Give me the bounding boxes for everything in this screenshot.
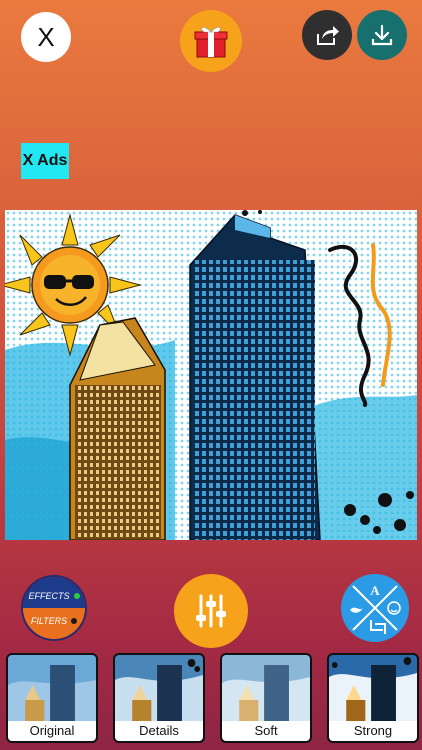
effects-filters-toggle[interactable]: EFFECTS FILTERS xyxy=(21,575,87,641)
tools-icon: A xyxy=(350,583,401,634)
tools-button[interactable]: A xyxy=(341,574,409,642)
thumb-image xyxy=(222,655,310,725)
download-button[interactable] xyxy=(357,10,407,60)
filters-indicator-dot xyxy=(71,617,78,624)
close-label: X xyxy=(37,22,55,52)
thumb-image xyxy=(329,655,417,725)
thumb-label: Original xyxy=(8,721,96,741)
gift-icon xyxy=(194,27,228,58)
effects-label: EFFECTS xyxy=(28,590,70,601)
filter-thumb-soft[interactable]: Soft xyxy=(220,653,312,743)
filters-label: FILTERS xyxy=(30,615,68,626)
gift-button[interactable] xyxy=(180,10,242,72)
adjust-button[interactable] xyxy=(174,574,248,648)
effects-option[interactable]: EFFECTS xyxy=(23,577,85,608)
filter-thumb-details[interactable]: Details xyxy=(113,653,205,743)
photo-canvas[interactable] xyxy=(5,210,417,540)
sliders-icon xyxy=(196,594,226,628)
effects-indicator-dot xyxy=(73,592,80,599)
filter-thumb-original[interactable]: Original xyxy=(6,653,98,743)
download-icon xyxy=(371,24,393,46)
close-button[interactable]: X xyxy=(21,12,71,62)
thumb-label: Details xyxy=(115,721,203,741)
remove-ads-label: X Ads xyxy=(22,152,68,169)
thumb-image xyxy=(115,655,203,725)
remove-ads-button[interactable]: X Ads xyxy=(21,143,69,179)
share-button[interactable] xyxy=(302,10,352,60)
thumb-label: Soft xyxy=(222,721,310,741)
comic-city-image xyxy=(5,210,417,540)
filter-thumb-strong[interactable]: Strong xyxy=(327,653,419,743)
thumb-image xyxy=(8,655,96,725)
filters-option[interactable]: FILTERS xyxy=(23,608,85,639)
svg-text:A: A xyxy=(370,583,380,598)
thumb-label: Strong xyxy=(329,721,417,741)
share-icon xyxy=(317,26,339,45)
